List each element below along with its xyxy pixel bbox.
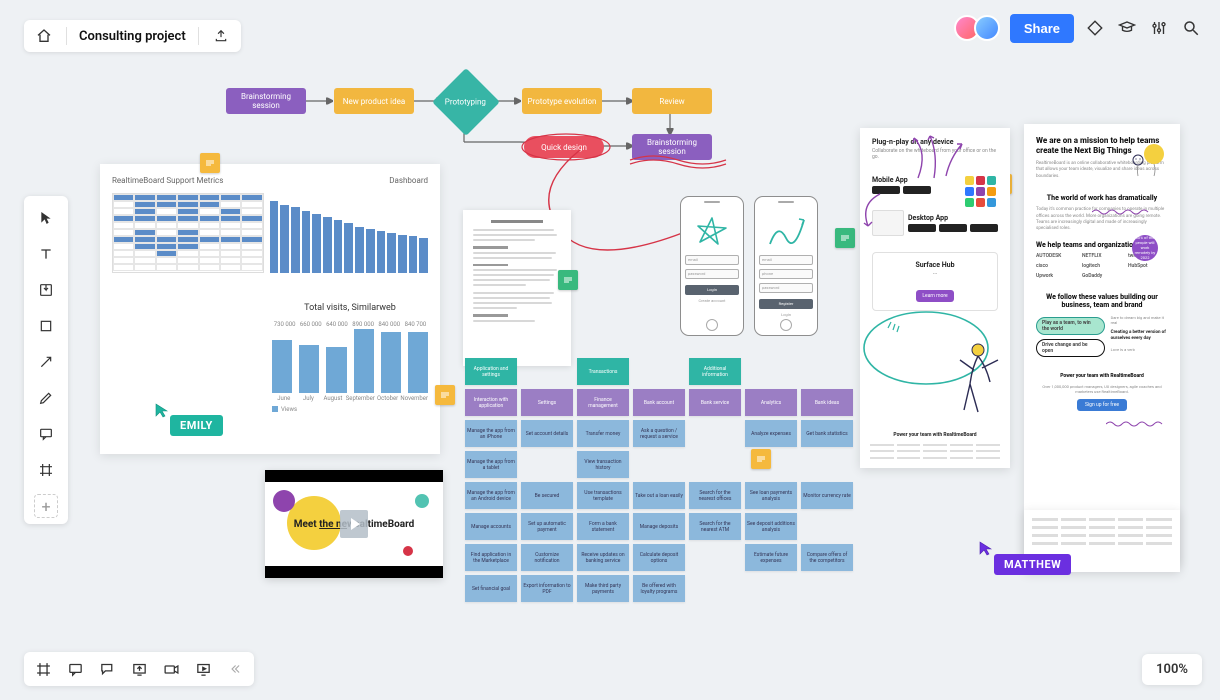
sticky-note[interactable]: Analytics: [745, 389, 797, 416]
user-cursor-matthew: MATTHEW: [994, 554, 1071, 575]
sticky-note[interactable]: Transfer money: [577, 420, 629, 447]
mockup-about-page[interactable]: We are on a mission to help teams create…: [1024, 124, 1180, 564]
sticky-note[interactable]: Calculate deposit options: [633, 544, 685, 571]
sticky-note[interactable]: Bank ideas: [801, 389, 853, 416]
avatar[interactable]: [974, 15, 1000, 41]
comment-sticky[interactable]: [835, 228, 855, 248]
frame-tool[interactable]: [30, 454, 62, 486]
mini-bar-chart: [270, 193, 428, 273]
sticky-note[interactable]: Set account details: [521, 420, 573, 447]
sticky-note[interactable]: Application and settings: [465, 358, 517, 385]
sticky-note[interactable]: Take out a loan easily: [633, 482, 685, 509]
wireframe-phone-login[interactable]: email password Login Create account: [680, 196, 744, 336]
visits-chart: Total visits, Similarweb 730 000660 0006…: [272, 303, 428, 413]
sticky-note[interactable]: Find application in the Marketplace: [465, 544, 517, 571]
left-toolbar: +: [24, 196, 68, 524]
flow-node[interactable]: New product idea: [334, 88, 414, 114]
spreadsheet: [112, 193, 264, 273]
share-screen-icon[interactable]: [128, 658, 150, 680]
sticky-note[interactable]: Set financial goal: [465, 575, 517, 602]
sticky-note[interactable]: Search for the nearest offices: [689, 482, 741, 509]
sticky-note[interactable]: View transaction history: [577, 451, 629, 478]
dashboard-tab: Dashboard: [389, 176, 428, 185]
add-tool[interactable]: +: [34, 494, 58, 518]
sticky-note[interactable]: Bank account: [633, 389, 685, 416]
present-icon[interactable]: [192, 658, 214, 680]
canvas[interactable]: Brainstorming session New product idea P…: [0, 0, 1220, 700]
pen-tool[interactable]: [30, 382, 62, 414]
sticky-note[interactable]: Make third party payments: [577, 575, 629, 602]
bottom-toolbar: 100%: [24, 652, 1202, 686]
flow-node[interactable]: Brainstorming session: [226, 88, 306, 114]
collaborator-avatars[interactable]: [960, 15, 1000, 41]
sticky-note[interactable]: Interaction with application: [465, 389, 517, 416]
sticky-note[interactable]: See deposit additions analysis: [745, 513, 797, 540]
comment-sticky[interactable]: [200, 153, 220, 173]
flow-node[interactable]: Prototype evolution: [522, 88, 602, 114]
sticky-note[interactable]: Settings: [521, 389, 573, 416]
export-icon[interactable]: [211, 26, 231, 46]
comment-tool[interactable]: [30, 418, 62, 450]
learn-icon[interactable]: [1116, 17, 1138, 39]
sticky-tool[interactable]: [30, 274, 62, 306]
sticky-note[interactable]: Ask a question / request a service: [633, 420, 685, 447]
sticky-note[interactable]: Monitor currency rate: [801, 482, 853, 509]
sticky-note[interactable]: Be offered with loyalty programs: [633, 575, 685, 602]
dashboard-title: RealtimeBoard Support Metrics: [112, 176, 223, 185]
sticky-note[interactable]: Be secured: [521, 482, 573, 509]
sticky-note[interactable]: Get bank statistics: [801, 420, 853, 447]
sticky-note[interactable]: Customize notification: [521, 544, 573, 571]
top-toolbar: Share: [942, 0, 1220, 56]
sticky-note[interactable]: Finance management: [577, 389, 629, 416]
arrow-tool[interactable]: [30, 346, 62, 378]
sticky-note[interactable]: Manage the app from a tablet: [465, 451, 517, 478]
shape-tool[interactable]: [30, 310, 62, 342]
video-icon[interactable]: [160, 658, 182, 680]
board-header: Consulting project: [24, 20, 241, 52]
sticky-note[interactable]: Manage accounts: [465, 513, 517, 540]
select-tool[interactable]: [30, 202, 62, 234]
video-embed[interactable]: Meet the newcaltimeBoard: [265, 470, 443, 578]
sticky-note[interactable]: Receive updates on banking service: [577, 544, 629, 571]
play-icon[interactable]: [340, 510, 368, 538]
flow-node[interactable]: Quick design: [524, 136, 604, 158]
sticky-note[interactable]: Export information to PDF: [521, 575, 573, 602]
wireframe-phone-register[interactable]: email phone password Register Login: [754, 196, 818, 336]
home-icon[interactable]: [34, 26, 54, 46]
sticky-note[interactable]: Transactions: [577, 358, 629, 385]
user-cursor-emily: EMILY: [170, 415, 223, 436]
comment-sticky[interactable]: [558, 270, 578, 290]
text-tool[interactable]: [30, 238, 62, 270]
flow-node[interactable]: Brainstorming session: [632, 134, 712, 160]
sticky-note[interactable]: Additional information: [689, 358, 741, 385]
dashboard-embed[interactable]: RealtimeBoard Support Metrics Dashboard T…: [100, 164, 440, 454]
sticky-note[interactable]: Bank service: [689, 389, 741, 416]
sticky-note[interactable]: See loan payments analysis: [745, 482, 797, 509]
chat-icon[interactable]: [96, 658, 118, 680]
zoom-level[interactable]: 100%: [1142, 654, 1202, 685]
frames-icon[interactable]: [32, 658, 54, 680]
settings-icon[interactable]: [1148, 17, 1170, 39]
comments-icon[interactable]: [64, 658, 86, 680]
share-button[interactable]: Share: [1010, 14, 1074, 43]
sticky-note[interactable]: Manage the app from an iPhone: [465, 420, 517, 447]
sticky-note[interactable]: Set up automatic payment: [521, 513, 573, 540]
collapse-icon[interactable]: [224, 658, 246, 680]
sticky-note-grid[interactable]: Application and settings Transactions Addi…: [465, 358, 853, 606]
sticky-note[interactable]: Search for the nearest ATM: [689, 513, 741, 540]
sticky-note[interactable]: Manage deposits: [633, 513, 685, 540]
sticky-note[interactable]: Use transactions template: [577, 482, 629, 509]
sticky-note[interactable]: Compare offers of the competitors: [801, 544, 853, 571]
board-title[interactable]: Consulting project: [79, 29, 186, 44]
flow-node[interactable]: Review: [632, 88, 712, 114]
tag-icon[interactable]: [1084, 17, 1106, 39]
document-embed[interactable]: [463, 210, 571, 366]
mockup-landing-devices[interactable]: Plug-n-play on any device Collaborate on…: [860, 128, 1010, 468]
search-icon[interactable]: [1180, 17, 1202, 39]
sticky-note[interactable]: Form a bank statement: [577, 513, 629, 540]
comment-sticky[interactable]: [435, 385, 455, 405]
sticky-note[interactable]: Manage the app from an Android device: [465, 482, 517, 509]
sticky-note[interactable]: Estimate future expenses: [745, 544, 797, 571]
sticky-note[interactable]: Analyze expenses: [745, 420, 797, 447]
